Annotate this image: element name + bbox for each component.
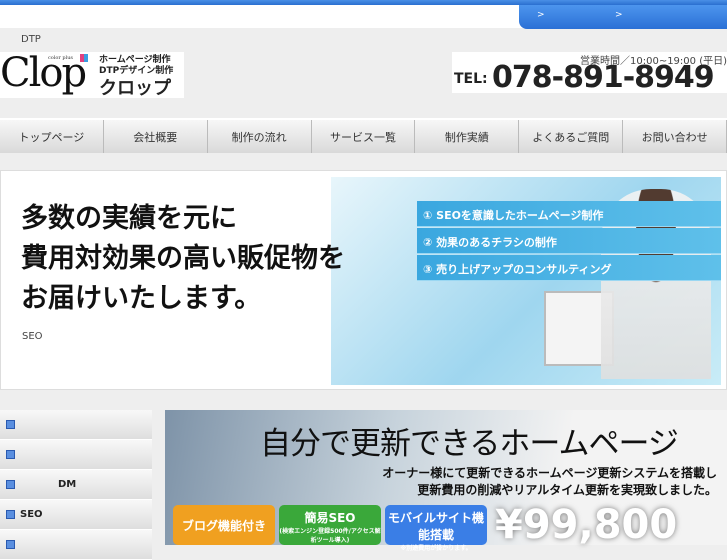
nav-flow[interactable]: 制作の流れ — [207, 120, 312, 153]
hero-catchcopy: 多数の実績を元に 費用対効果の高い販促物を お届けいたします。 — [21, 199, 345, 319]
banner-sub: オーナー様にて更新できるホームページ更新システムを搭載し — [382, 466, 717, 480]
logo[interactable]: Clop color plus ホームページ制作 DTPデザイン制作 クロップ — [0, 50, 184, 99]
nav-top[interactable]: トップページ — [0, 120, 104, 153]
nav-works[interactable]: 制作実績 — [415, 120, 520, 153]
sidebar-item-seo[interactable]: SEO — [0, 500, 152, 530]
sidebar-menu: DM SEO — [0, 410, 152, 560]
catch-line: お届けいたします。 — [21, 283, 262, 314]
nav-services[interactable]: サービス一覧 — [311, 120, 416, 153]
badge-note: (検索エンジン登録500件/アクセス解析ツール導入) — [279, 528, 381, 544]
badge-blog: ブログ機能付き — [173, 505, 275, 545]
tel-number: 078-891-8949 — [492, 60, 715, 95]
hero-seo-text: SEO — [22, 331, 43, 342]
logo-sub: color plus — [48, 55, 73, 61]
top-link-1[interactable]: > — [537, 10, 545, 20]
nav-faq[interactable]: よくあるご質問 — [519, 120, 624, 153]
badge-seo: 簡易SEO (検索エンジン登録500件/アクセス解析ツール導入) — [279, 505, 381, 545]
bullet-icon — [6, 510, 15, 519]
badge-label: ブログ機能付き — [181, 519, 266, 533]
price: ¥99,800 — [495, 502, 678, 548]
nav-contact[interactable]: お問い合わせ — [623, 120, 727, 153]
point-item: ③ 売り上げアップのコンサルティング — [417, 255, 721, 281]
top-links: > > — [519, 5, 727, 29]
badge-note: ※別途費用が掛かります。 — [400, 545, 472, 552]
hero: 多数の実績を元に 費用対効果の高い販促物を お届けいたします。 SEO ① SE… — [0, 170, 727, 390]
sidebar-item[interactable] — [0, 440, 152, 470]
contact-box: 営業時間／10:00~19:00 (平日) TEL: 078-891-8949 — [452, 52, 727, 95]
point-item: ① SEOを意識したホームページ制作 — [417, 201, 721, 227]
sidebar-item-label: DM — [58, 479, 77, 490]
catch-line: 費用対効果の高い販促物を — [21, 243, 345, 274]
hero-points: ① SEOを意識したホームページ制作 ② 効果のあるチラシの制作 ③ 売り上げア… — [417, 201, 721, 282]
tagline: DTP — [21, 34, 41, 45]
sidebar-item-dm[interactable]: DM — [0, 470, 152, 500]
nav-company[interactable]: 会社概要 — [103, 120, 208, 153]
sidebar-item[interactable] — [0, 530, 152, 560]
cms-banner[interactable]: 自分で更新できるホームページ オーナー様にて更新できるホームページ更新システムを… — [165, 410, 727, 552]
point-item: ② 効果のあるチラシの制作 — [417, 228, 721, 254]
badge-mobile: モバイルサイト機能搭載 ※別途費用が掛かります。 — [385, 505, 487, 552]
banner-sub: 更新費用の削減やリアルタイム更新を実現致しました。 — [417, 483, 717, 497]
bullet-icon — [6, 420, 15, 429]
top-link-2[interactable]: > — [615, 10, 623, 20]
logo-mark-icon — [80, 54, 88, 62]
banner-heading: 自分で更新できるホームページ — [260, 426, 679, 462]
tel-label: TEL: — [454, 71, 488, 87]
bullet-icon — [6, 450, 15, 459]
logo-line3: クロップ — [99, 78, 171, 99]
sidebar-item[interactable] — [0, 410, 152, 440]
bullet-icon — [6, 480, 15, 489]
catch-line: 多数の実績を元に — [21, 203, 237, 234]
main-nav: トップページ 会社概要 制作の流れ サービス一覧 制作実績 よくあるご質問 お問… — [0, 118, 727, 153]
badge-label: 簡易SEO — [304, 511, 356, 525]
badge-label: モバイルサイト機能搭載 — [387, 511, 484, 542]
sidebar-item-label: SEO — [20, 509, 43, 520]
